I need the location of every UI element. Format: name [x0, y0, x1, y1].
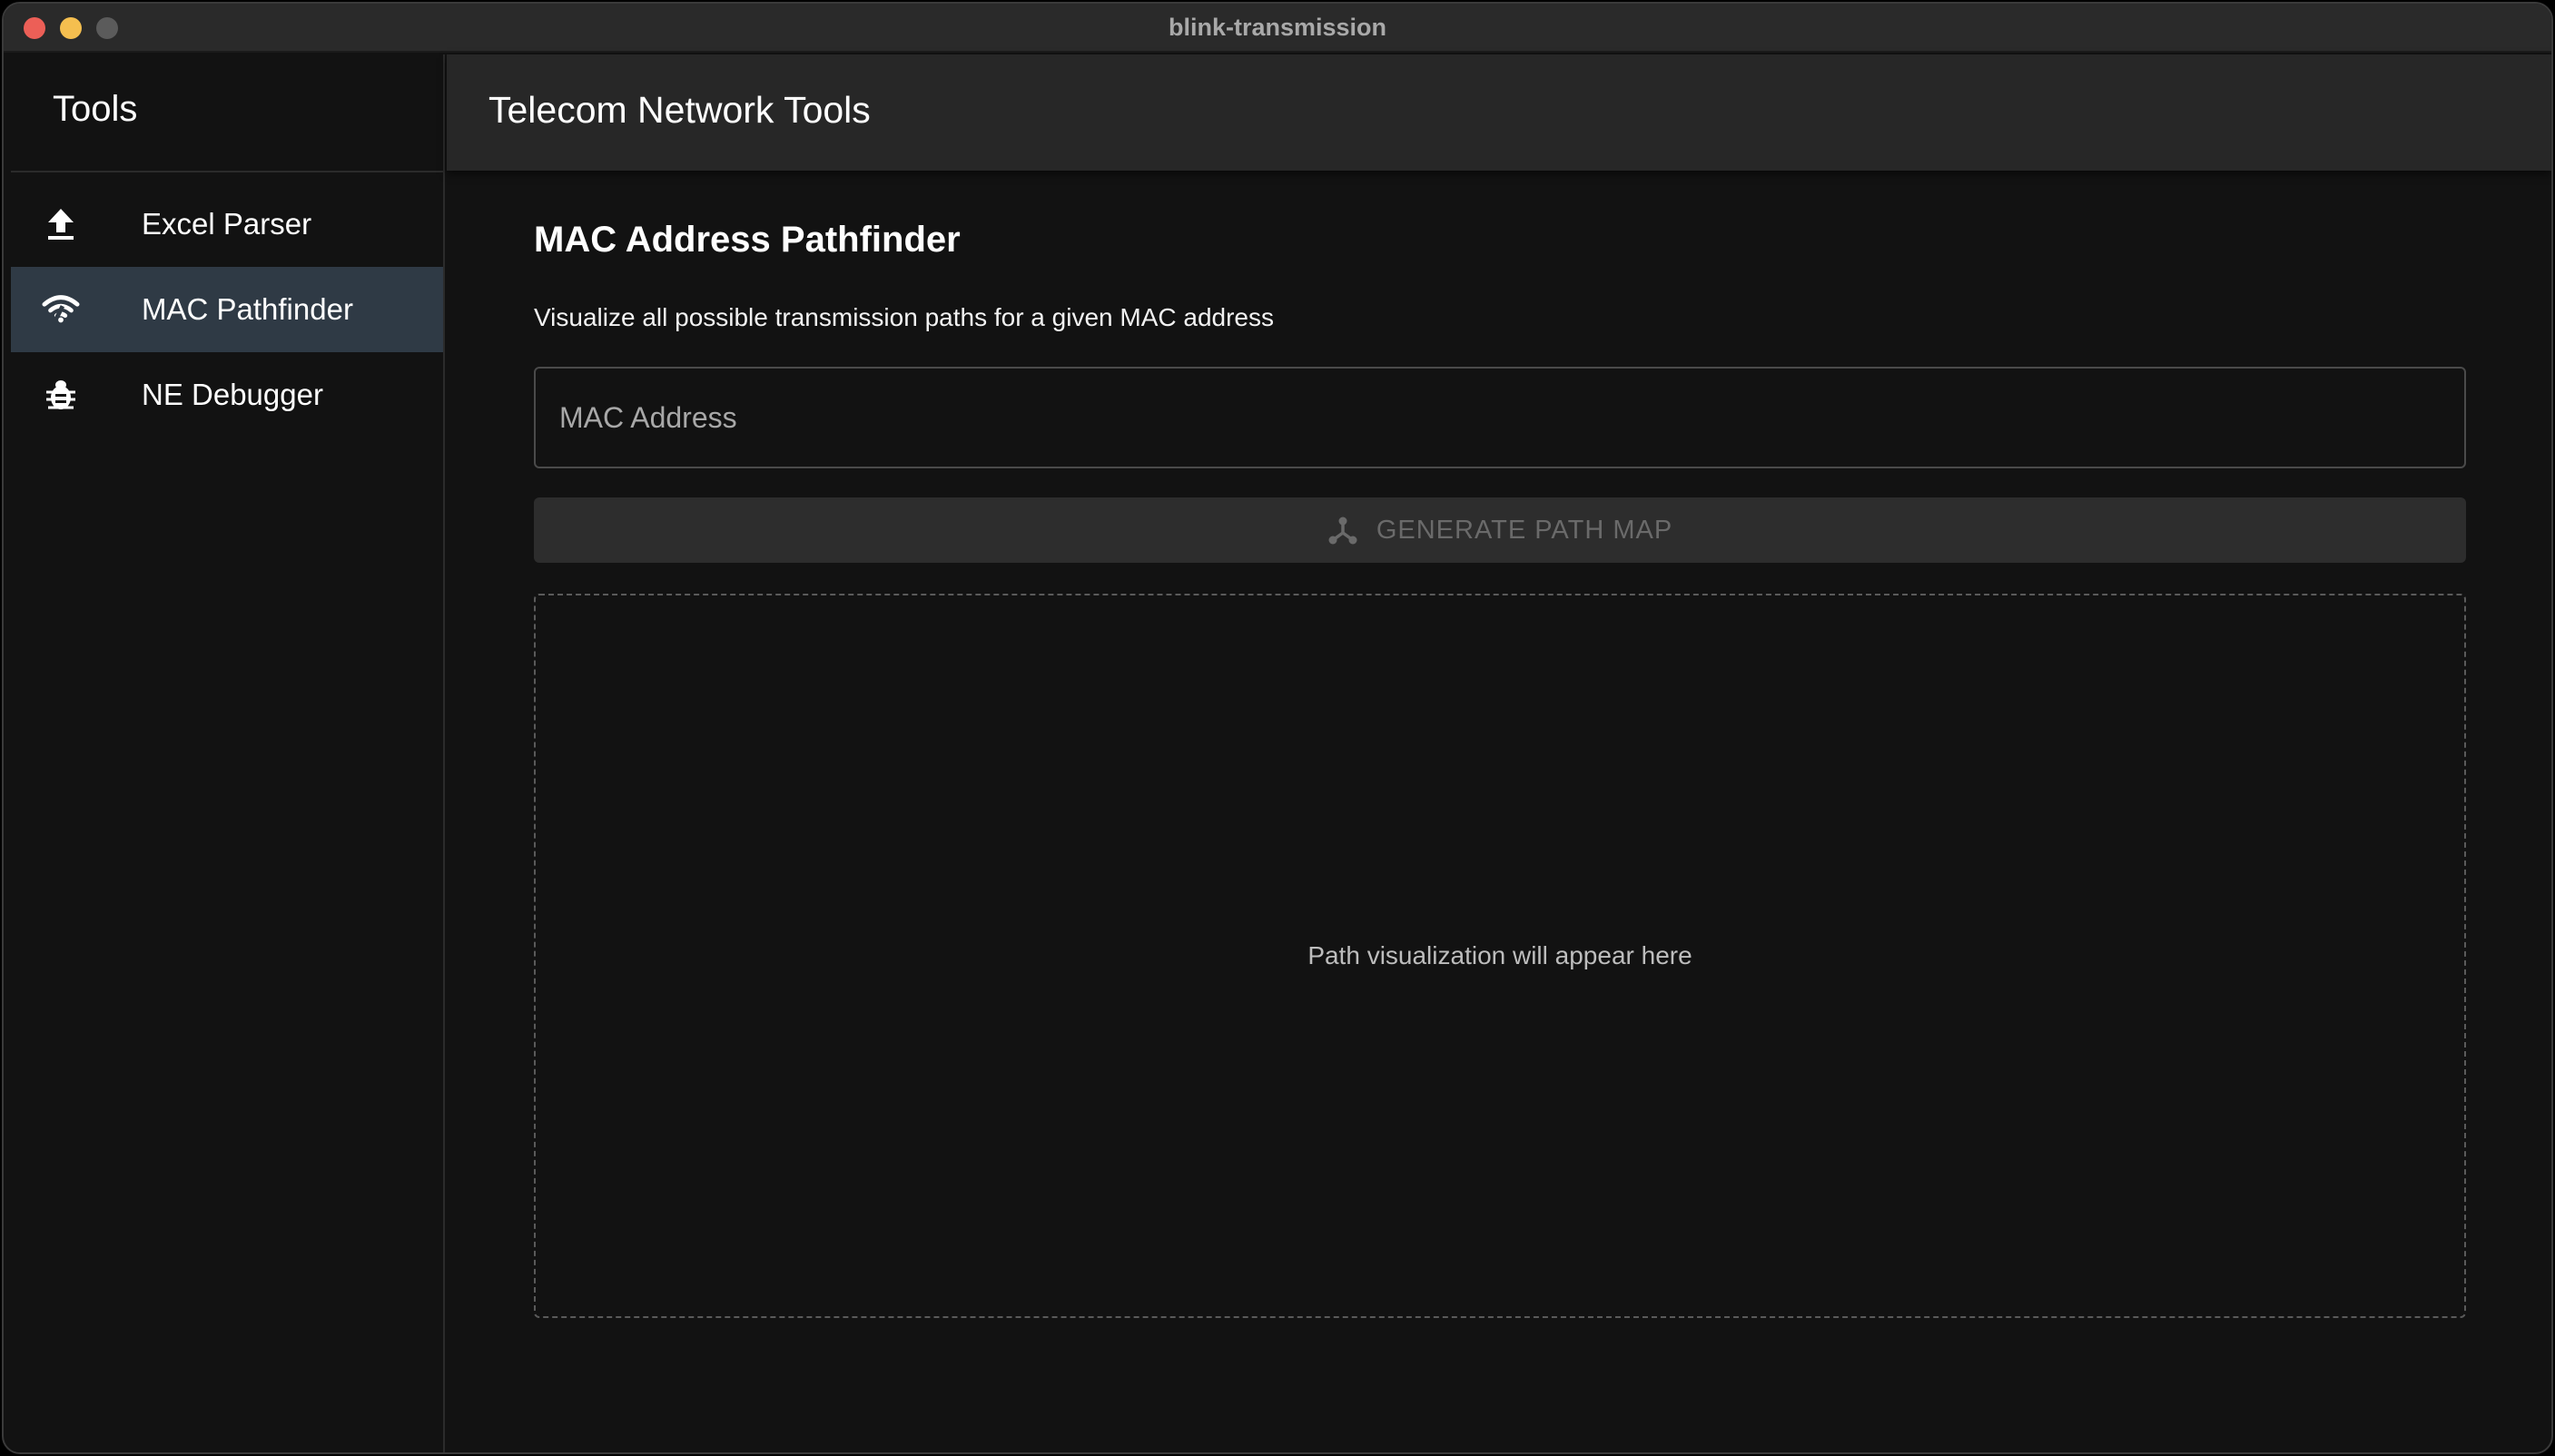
- sidebar-item-excel-parser[interactable]: Excel Parser: [11, 182, 443, 267]
- bug-icon: [42, 376, 80, 414]
- sidebar-item-label: Excel Parser: [142, 207, 312, 241]
- path-visualization-area: Path visualization will appear here: [534, 594, 2466, 1318]
- sidebar-header: Tools: [11, 54, 443, 172]
- sidebar-item-mac-pathfinder[interactable]: MAC Pathfinder: [11, 267, 443, 352]
- upload-icon: [42, 205, 80, 243]
- sidebar-item-label: MAC Pathfinder: [142, 292, 353, 326]
- section-description: Visualize all possible transmission path…: [534, 303, 1274, 331]
- visualization-placeholder: Path visualization will appear here: [1307, 941, 1692, 969]
- sidebar-item-label: NE Debugger: [142, 378, 323, 411]
- sidebar: Tools Excel Parser MAC Pathfinder NE Deb…: [11, 54, 445, 1452]
- page-title: Telecom Network Tools: [488, 89, 871, 131]
- app-window: blink-transmission Tools Excel Parser MA…: [2, 2, 2553, 1454]
- generate-path-map-button[interactable]: GENERATE PATH MAP: [534, 497, 2466, 563]
- mac-address-input[interactable]: [536, 369, 2464, 467]
- title-bar: blink-transmission: [4, 4, 2551, 53]
- sidebar-title: Tools: [53, 89, 138, 129]
- generate-button-label: GENERATE PATH MAP: [1376, 515, 1673, 545]
- section-title: MAC Address Pathfinder: [534, 220, 961, 260]
- sidebar-item-ne-debugger[interactable]: NE Debugger: [11, 352, 443, 438]
- hub-icon: [1328, 516, 1357, 545]
- wifi-signal-icon: [42, 290, 80, 329]
- app-bar: Telecom Network Tools: [447, 54, 2551, 171]
- sidebar-nav: Excel Parser MAC Pathfinder NE Debugger: [11, 182, 443, 438]
- window-title: blink-transmission: [1168, 14, 1387, 41]
- mac-address-field: [534, 367, 2466, 468]
